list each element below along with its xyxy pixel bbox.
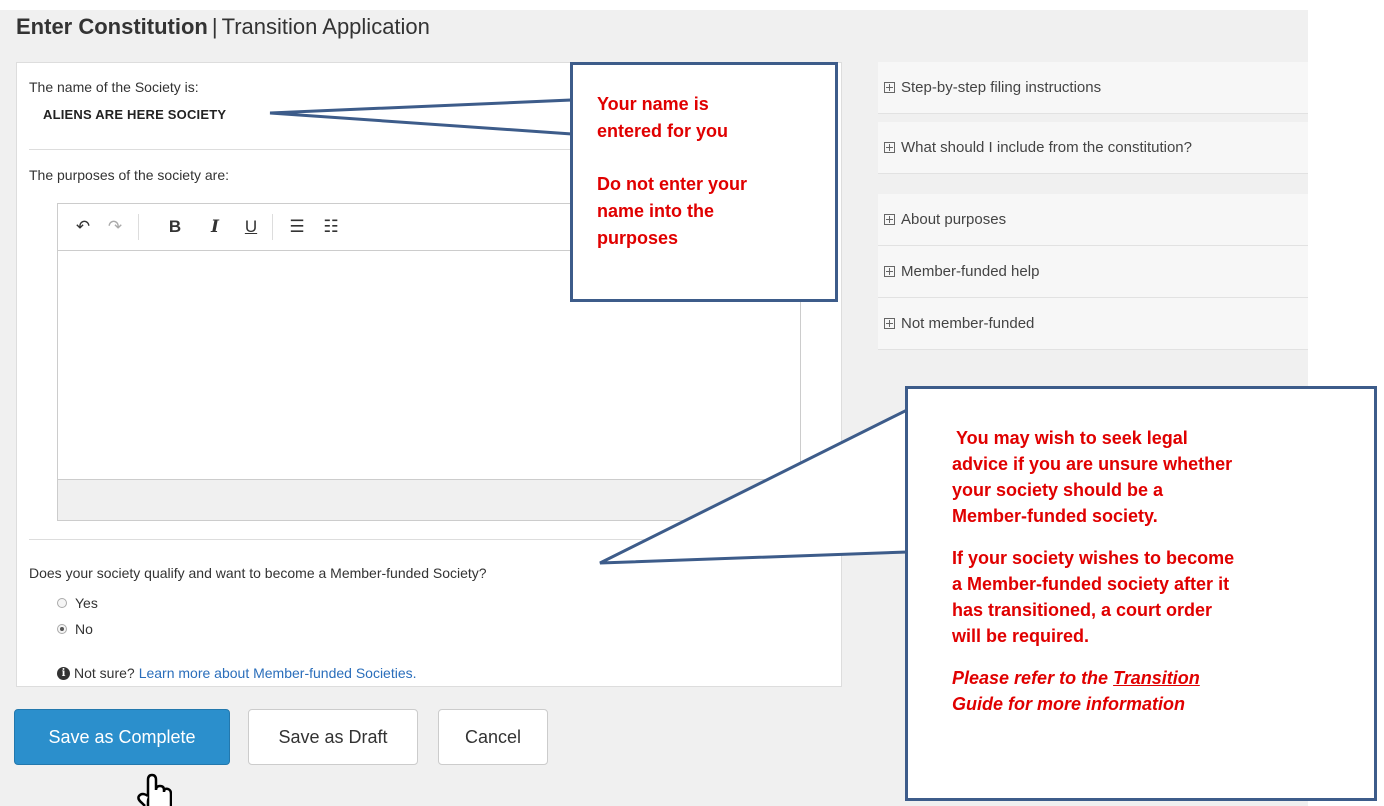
radio-no-button[interactable] [57, 624, 67, 634]
name-callout: Your name is entered for you Do not ente… [570, 62, 838, 302]
ordered-list-icon[interactable]: ☰ [286, 216, 308, 238]
radio-yes-button[interactable] [57, 598, 67, 608]
editor-footer [58, 479, 800, 520]
radio-no-label: No [75, 621, 93, 637]
sidebar-item-not-member-funded[interactable]: Not member-funded [878, 298, 1308, 350]
underline-icon[interactable]: U [240, 216, 262, 238]
page-title: Enter Constitution | Transition Applicatio… [16, 14, 430, 40]
callout-text: your society should be a [952, 480, 1164, 500]
purposes-label: The purposes of the society are: [29, 167, 229, 183]
hand-pointer-icon [137, 773, 172, 806]
callout-text: a Member-funded society after it [952, 574, 1230, 594]
callout-text: purposes [597, 228, 679, 248]
toolbar-separator [138, 214, 139, 240]
callout-text: Please refer to the Transition [952, 665, 1354, 691]
expand-plus-icon [884, 266, 895, 277]
divider [29, 539, 829, 540]
sidebar-item-what-to-include[interactable]: What should I include from the constitut… [878, 122, 1308, 174]
cancel-button[interactable]: Cancel [438, 709, 548, 765]
member-funded-info: i Not sure? Learn more about Member-fund… [57, 665, 417, 681]
save-as-complete-button[interactable]: Save as Complete [14, 709, 230, 765]
sidebar-item-label: Member-funded help [901, 263, 1040, 280]
callout-text: Your name is [597, 94, 709, 114]
bullet-list-icon[interactable]: ☷ [320, 216, 342, 238]
expand-plus-icon [884, 214, 895, 225]
sidebar-item-step-by-step[interactable]: Step-by-step filing instructions [878, 62, 1308, 114]
callout-text-pre: Please refer to the [952, 668, 1114, 688]
transition-guide-link[interactable]: Transition [1113, 668, 1200, 688]
callout-text: has transitioned, a court order [952, 600, 1213, 620]
radio-yes[interactable]: Yes [57, 595, 98, 611]
member-funded-callout: You may wish to seek legal advice if you… [905, 386, 1377, 801]
sidebar-item-about-purposes[interactable]: About purposes [878, 194, 1308, 246]
learn-more-link[interactable]: Learn more about Member-funded Societies… [139, 665, 417, 681]
page-title-sub: Transition Application [221, 14, 430, 39]
society-name-label: The name of the Society is: [29, 79, 199, 95]
info-icon: i [57, 666, 70, 680]
callout-text: advice if you are unsure whether [952, 454, 1233, 474]
expand-plus-icon [884, 82, 895, 93]
radio-yes-label: Yes [75, 595, 98, 611]
toolbar-separator [272, 214, 273, 240]
page-title-main: Enter Constitution [16, 14, 208, 39]
callout-text: name into the [597, 201, 715, 221]
callout-text: will be required. [952, 626, 1090, 646]
bold-icon[interactable]: B [164, 216, 186, 238]
info-text: Not sure? [74, 665, 135, 681]
undo-icon[interactable]: ↶ [72, 216, 94, 238]
callout-text: You may wish to seek legal [956, 428, 1188, 448]
redo-icon[interactable]: ↷ [104, 216, 126, 238]
callout-text: Do not enter your [597, 174, 748, 194]
radio-no[interactable]: No [57, 621, 93, 637]
expand-plus-icon [884, 318, 895, 329]
header-strip [0, 0, 1384, 10]
callout-text: Guide for more information [952, 694, 1186, 714]
sidebar-item-label: Not member-funded [901, 315, 1035, 332]
sidebar-item-member-funded-help[interactable]: Member-funded help [878, 246, 1308, 298]
callout-text: Member-funded society. [952, 506, 1158, 526]
sidebar-item-label: What should I include from the constitut… [901, 139, 1192, 156]
society-name-value: ALIENS ARE HERE SOCIETY [43, 107, 227, 122]
page-title-separator: | [211, 14, 218, 39]
italic-icon[interactable]: I [204, 216, 226, 238]
callout-text: If your society wishes to become [952, 548, 1235, 568]
save-as-draft-button[interactable]: Save as Draft [248, 709, 418, 765]
callout-text: entered for you [597, 121, 729, 141]
sidebar-item-label: Step-by-step filing instructions [901, 79, 1102, 96]
sidebar-item-label: About purposes [901, 211, 1007, 228]
member-funded-question: Does your society qualify and want to be… [29, 565, 487, 581]
expand-plus-icon [884, 142, 895, 153]
